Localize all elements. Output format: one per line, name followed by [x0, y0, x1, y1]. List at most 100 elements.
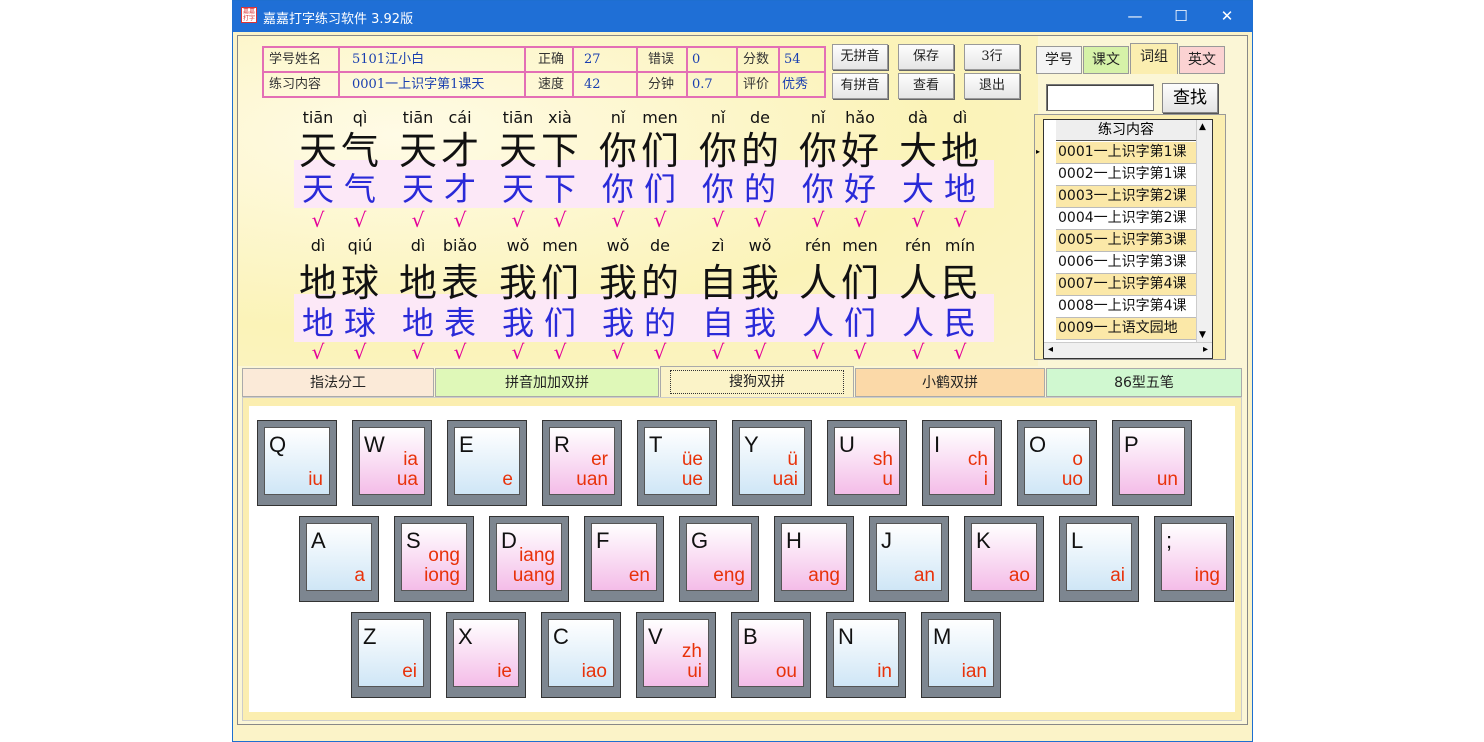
view-button[interactable]: 查看 [898, 73, 954, 99]
key[interactable]: Xie [446, 612, 526, 698]
key-letter: F [596, 528, 610, 553]
key[interactable]: ; ing [1154, 516, 1234, 602]
tab-xiaohe-shuangpin[interactable]: 小鹤双拼 [855, 368, 1045, 397]
typed-character: 天 [301, 170, 334, 208]
tab-phrases[interactable]: 词组 [1130, 43, 1178, 74]
minutes-label: 分钟 [637, 72, 687, 97]
correct-check-icon: √ [911, 340, 925, 364]
vertical-scrollbar[interactable]: ▲ ▼ [1196, 120, 1212, 342]
tab-sogou-shuangpin[interactable]: 搜狗双拼 [660, 366, 854, 397]
list-item[interactable]: 0009一上语文园地 [1056, 318, 1196, 340]
error-label: 错误 [637, 47, 687, 72]
key-letter: Q [269, 432, 287, 457]
key-face: Ciao [548, 619, 614, 687]
key[interactable]: Aa [299, 516, 379, 602]
content-list[interactable]: 练习内容 0001一上识字第1课 0002一上识字第1课 0003一上识字第2课 00… [1043, 119, 1213, 359]
key[interactable]: Ich i [922, 420, 1002, 506]
scroll-down-icon[interactable]: ▼ [1199, 330, 1206, 340]
key[interactable]: Bou [731, 612, 811, 698]
key-shuangpin-bottom: ou [775, 661, 797, 682]
search-input[interactable] [1046, 84, 1154, 111]
key-face: Hang [781, 523, 847, 591]
typed-character: 你 [801, 170, 834, 208]
key[interactable]: Jan [869, 516, 949, 602]
key-face: Ush u [834, 427, 900, 495]
key-letter: H [786, 528, 802, 553]
key-face: Tüe ue [644, 427, 710, 495]
key[interactable]: Qiu [257, 420, 337, 506]
list-item[interactable]: 0007一上识字第4课 [1056, 274, 1196, 296]
correct-check-icon: √ [553, 340, 567, 364]
key[interactable]: Wia ua [352, 420, 432, 506]
key-shuangpin-bottom: ing [1194, 565, 1220, 586]
rows-3-button[interactable]: 3行 [964, 44, 1020, 70]
key-letter: M [933, 624, 952, 649]
key[interactable]: Kao [964, 516, 1044, 602]
key-shuangpin-bottom: iong [424, 565, 460, 586]
tab-student-id[interactable]: 学号 [1036, 46, 1082, 74]
no-pinyin-button[interactable]: 无拼音 [832, 44, 888, 70]
correct-check-icon: √ [753, 340, 767, 364]
key[interactable]: Song iong [394, 516, 474, 602]
key-shuangpin-bottom: an [913, 565, 935, 586]
key-letter: N [838, 624, 854, 649]
search-button[interactable]: 查找 [1162, 83, 1218, 113]
key-shuangpin-bottom: un [1156, 469, 1178, 490]
list-item[interactable]: 0003一上识字第2课 [1056, 186, 1196, 208]
key[interactable]: Lai [1059, 516, 1139, 602]
typed-character: 自 [701, 304, 734, 342]
tab-wubi-86[interactable]: 86型五笔 [1046, 368, 1242, 397]
correct-check-icon: √ [511, 208, 525, 232]
key[interactable]: Ee [447, 420, 527, 506]
key[interactable]: Pun [1112, 420, 1192, 506]
list-item[interactable]: 0008一上识字第4课 [1056, 296, 1196, 318]
key[interactable]: Diang uang [489, 516, 569, 602]
close-button[interactable]: ✕ [1204, 1, 1250, 32]
key[interactable]: Nin [826, 612, 906, 698]
list-item[interactable]: 0004一上识字第2课 [1056, 208, 1196, 230]
scroll-right-icon[interactable]: ▸ [1203, 344, 1208, 355]
tab-english[interactable]: 英文 [1179, 46, 1225, 74]
list-item[interactable]: 0002一上识字第1课 [1056, 164, 1196, 186]
list-item[interactable]: 0006一上识字第3课 [1056, 252, 1196, 274]
key[interactable]: Oo uo [1017, 420, 1097, 506]
with-pinyin-button[interactable]: 有拼音 [832, 73, 888, 99]
key[interactable]: Mian [921, 612, 1001, 698]
key[interactable]: Hang [774, 516, 854, 602]
maximize-button[interactable]: ☐ [1158, 1, 1204, 32]
save-button[interactable]: 保存 [898, 44, 954, 70]
key[interactable]: Fen [584, 516, 664, 602]
key-shuangpin-bottom: ai [1110, 565, 1125, 586]
key[interactable]: Geng [679, 516, 759, 602]
key[interactable]: Zei [351, 612, 431, 698]
scroll-left-icon[interactable]: ◂ [1048, 344, 1053, 355]
exit-button[interactable]: 退出 [964, 73, 1020, 99]
key[interactable]: Tüe ue [637, 420, 717, 506]
key[interactable]: Ciao [541, 612, 621, 698]
typed-character: 大 [901, 170, 934, 208]
key-face: Qiu [264, 427, 330, 495]
key-face: Bou [738, 619, 804, 687]
key-shuangpin-bottom: iao [581, 661, 607, 682]
tab-finger-guide[interactable]: 指法分工 [242, 368, 434, 397]
tab-pinyin-jiajia[interactable]: 拼音加加双拼 [435, 368, 659, 397]
typed-character: 气 [343, 170, 376, 208]
minimize-button[interactable]: — [1112, 1, 1158, 32]
info-panel: 学号姓名 5101江小白 正确 27 错误 0 分数 54 练习内容 0001一… [262, 46, 826, 98]
list-item[interactable]: 0005一上识字第3课 [1056, 230, 1196, 252]
score-value: 54 [779, 47, 825, 72]
list-item[interactable]: 0001一上识字第1课 [1056, 142, 1196, 164]
title-bar[interactable]: 嘉嘉打字 嘉嘉打字练习软件 3.92版 — ☐ ✕ [233, 1, 1252, 32]
typed-character: 地 [943, 170, 976, 208]
correct-check-icon: √ [411, 208, 425, 232]
key-face: Zei [358, 619, 424, 687]
key[interactable]: Vzh ui [636, 612, 716, 698]
horizontal-scrollbar[interactable]: ◂ ▸ [1044, 342, 1212, 358]
key[interactable]: Rer uan [542, 420, 622, 506]
key-letter: S [406, 528, 421, 553]
key[interactable]: Ush u [827, 420, 907, 506]
scroll-up-icon[interactable]: ▲ [1199, 122, 1206, 132]
list-header[interactable]: 练习内容 [1056, 120, 1196, 141]
tab-text[interactable]: 课文 [1083, 46, 1129, 74]
key[interactable]: Yü uai [732, 420, 812, 506]
